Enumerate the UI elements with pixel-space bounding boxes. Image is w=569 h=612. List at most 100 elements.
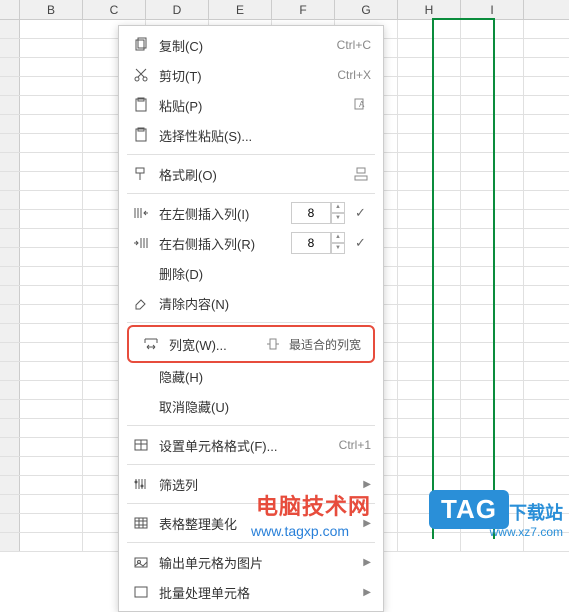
cell[interactable] <box>398 533 461 551</box>
cell[interactable] <box>461 324 524 342</box>
cell[interactable] <box>461 305 524 323</box>
spinner-up[interactable]: ▲ <box>331 202 345 213</box>
insert-left-spinner[interactable]: ▲ ▼ <box>291 202 345 224</box>
menu-cut[interactable]: 剪切(T) Ctrl+X <box>119 60 383 90</box>
cell[interactable] <box>398 419 461 437</box>
menu-copy[interactable]: 复制(C) Ctrl+C <box>119 30 383 60</box>
col-header-i[interactable]: I <box>461 0 524 19</box>
cell[interactable] <box>461 20 524 38</box>
cell[interactable] <box>20 39 83 57</box>
cell[interactable] <box>20 134 83 152</box>
menu-beautify[interactable]: 表格整理美化 ▶ <box>119 508 383 538</box>
cell[interactable] <box>398 267 461 285</box>
menu-col-width[interactable]: 列宽(W)... 最适合的列宽 <box>133 329 369 359</box>
cell[interactable] <box>461 134 524 152</box>
cell[interactable] <box>20 58 83 76</box>
cell[interactable] <box>20 533 83 551</box>
cell[interactable] <box>461 153 524 171</box>
cell[interactable] <box>398 153 461 171</box>
cell[interactable] <box>20 457 83 475</box>
cell[interactable] <box>20 400 83 418</box>
cell[interactable] <box>398 400 461 418</box>
cell[interactable] <box>20 153 83 171</box>
menu-paste-special[interactable]: 选择性粘贴(S)... <box>119 120 383 150</box>
cell[interactable] <box>20 324 83 342</box>
cell[interactable] <box>20 248 83 266</box>
col-header-g[interactable]: G <box>335 0 398 19</box>
insert-right-input[interactable] <box>291 232 331 254</box>
menu-hide[interactable]: 隐藏(H) <box>119 361 383 391</box>
cell[interactable] <box>398 324 461 342</box>
cell[interactable] <box>398 96 461 114</box>
cell[interactable] <box>461 191 524 209</box>
cell[interactable] <box>398 191 461 209</box>
cell[interactable] <box>398 305 461 323</box>
cell[interactable] <box>398 286 461 304</box>
format-painter-stamp-icon[interactable] <box>351 164 371 184</box>
cell[interactable] <box>461 77 524 95</box>
cell[interactable] <box>398 77 461 95</box>
cell[interactable] <box>398 39 461 57</box>
spinner-down[interactable]: ▼ <box>331 213 345 224</box>
menu-clear[interactable]: 清除内容(N) <box>119 288 383 318</box>
cell[interactable] <box>461 115 524 133</box>
cell[interactable] <box>20 419 83 437</box>
cell[interactable] <box>398 115 461 133</box>
cell[interactable] <box>20 343 83 361</box>
cell[interactable] <box>461 210 524 228</box>
cell[interactable] <box>461 39 524 57</box>
cell[interactable] <box>20 96 83 114</box>
cell[interactable] <box>461 58 524 76</box>
cell[interactable] <box>398 229 461 247</box>
cell[interactable] <box>398 457 461 475</box>
cell[interactable] <box>398 362 461 380</box>
cell[interactable] <box>398 172 461 190</box>
cell[interactable] <box>20 20 83 38</box>
cell[interactable] <box>20 229 83 247</box>
cell[interactable] <box>398 343 461 361</box>
menu-filter-col[interactable]: 筛选列 ▶ <box>119 469 383 499</box>
cell[interactable] <box>398 210 461 228</box>
cell[interactable] <box>461 229 524 247</box>
menu-insert-left[interactable]: 在左侧插入列(I) ▲ ▼ ✓ <box>119 198 383 228</box>
check-icon[interactable]: ✓ <box>355 205 371 221</box>
menu-format-cells[interactable]: 设置单元格格式(F)... Ctrl+1 <box>119 430 383 460</box>
col-header-b[interactable]: B <box>20 0 83 19</box>
col-header-e[interactable]: E <box>209 0 272 19</box>
menu-paste[interactable]: 粘贴(P) A <box>119 90 383 120</box>
cell[interactable] <box>398 381 461 399</box>
col-header-h[interactable]: H <box>398 0 461 19</box>
cell[interactable] <box>461 419 524 437</box>
best-fit-icon[interactable] <box>263 334 283 354</box>
cell[interactable] <box>461 286 524 304</box>
cell[interactable] <box>20 476 83 494</box>
spinner-up[interactable]: ▲ <box>331 232 345 243</box>
cell[interactable] <box>461 267 524 285</box>
cell[interactable] <box>20 267 83 285</box>
cell[interactable] <box>20 495 83 513</box>
insert-right-spinner[interactable]: ▲ ▼ <box>291 232 345 254</box>
cell[interactable] <box>398 20 461 38</box>
cell[interactable] <box>20 438 83 456</box>
menu-insert-right[interactable]: 在右侧插入列(R) ▲ ▼ ✓ <box>119 228 383 258</box>
corner-cell[interactable] <box>0 0 20 19</box>
menu-unhide[interactable]: 取消隐藏(U) <box>119 391 383 421</box>
insert-left-input[interactable] <box>291 202 331 224</box>
cell[interactable] <box>20 381 83 399</box>
col-header-d[interactable]: D <box>146 0 209 19</box>
cell[interactable] <box>398 438 461 456</box>
cell[interactable] <box>20 362 83 380</box>
spinner-down[interactable]: ▼ <box>331 243 345 254</box>
cell[interactable] <box>461 457 524 475</box>
cell[interactable] <box>20 77 83 95</box>
cell[interactable] <box>20 514 83 532</box>
cell[interactable] <box>461 96 524 114</box>
cell[interactable] <box>461 438 524 456</box>
paste-options-icon[interactable]: A <box>351 95 371 115</box>
check-icon[interactable]: ✓ <box>355 235 371 251</box>
cell[interactable] <box>461 248 524 266</box>
cell[interactable] <box>461 381 524 399</box>
menu-export-img[interactable]: 输出单元格为图片 ▶ <box>119 547 383 577</box>
cell[interactable] <box>20 172 83 190</box>
cell[interactable] <box>461 400 524 418</box>
